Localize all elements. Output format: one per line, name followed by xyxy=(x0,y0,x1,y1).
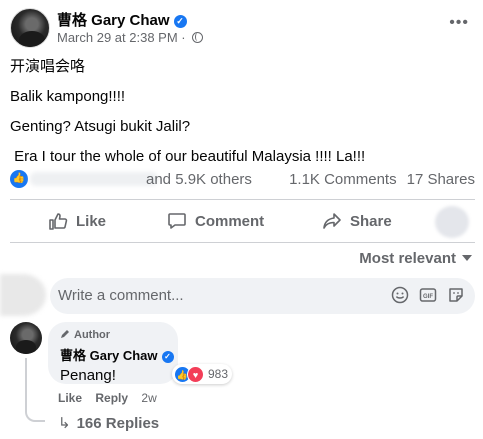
like-button[interactable]: Like xyxy=(48,204,106,238)
comment-bubble-icon xyxy=(168,213,186,229)
author-badge-label: Author xyxy=(74,329,111,341)
comment-actions: Like Reply 2w xyxy=(58,391,167,405)
author-badge: Author xyxy=(60,329,166,341)
engagement-counts: 1.1K Comments 17 Shares xyxy=(289,171,475,188)
post-author-name[interactable]: 曹格 Gary Chaw xyxy=(57,12,170,29)
comment-input-tools: GIF xyxy=(391,286,465,304)
comment-author-name[interactable]: 曹格 Gary Chaw xyxy=(60,348,158,363)
comment-author: 曹格 Gary Chaw ✓ xyxy=(60,345,174,364)
replies-count: 166 Replies xyxy=(76,415,160,432)
sticker-icon[interactable] xyxy=(447,286,465,304)
comments-count[interactable]: 1.1K Comments xyxy=(289,171,397,188)
comment-like-button[interactable]: Like xyxy=(58,391,82,405)
comment-reaction-count: 983 xyxy=(208,367,229,381)
reactions-count[interactable]: and 5.9K others xyxy=(146,171,252,188)
divider xyxy=(10,242,475,243)
post-line: 开演唱会咯 xyxy=(10,58,86,75)
like-reaction-icon[interactable]: 👍 xyxy=(10,170,28,188)
view-replies-button[interactable]: ↳ 166 Replies xyxy=(58,414,159,432)
commenter-avatar[interactable] xyxy=(10,322,42,354)
author-avatar[interactable] xyxy=(10,8,50,48)
post-author[interactable]: 曹格 Gary Chaw ✓ xyxy=(57,9,187,30)
reply-thread-curve xyxy=(25,408,45,422)
post-timestamp[interactable]: March 29 at 2:38 PM xyxy=(57,30,178,45)
share-as-avatar[interactable] xyxy=(435,206,469,238)
share-button[interactable]: Share xyxy=(322,204,392,238)
globe-icon[interactable] xyxy=(192,32,204,43)
comment-reply-button[interactable]: Reply xyxy=(95,391,128,405)
post-header: 曹格 Gary Chaw ✓ March 29 at 2:38 PM · ••• xyxy=(10,8,475,48)
pencil-icon xyxy=(61,330,69,338)
comment-bubble: Author 曹格 Gary Chaw ✓ Penang! xyxy=(48,322,178,384)
reactions-summary: 👍 and 5.9K others 1.1K Comments 17 Shares xyxy=(10,168,475,190)
reply-arrow-icon: ↳ xyxy=(58,415,71,432)
comment-input[interactable]: Write a comment... GIF xyxy=(50,278,475,314)
emoji-icon[interactable] xyxy=(391,286,409,304)
love-reaction-icon: ♥ xyxy=(187,365,204,383)
verified-badge-icon: ✓ xyxy=(173,15,187,28)
comment-label: Comment xyxy=(195,212,265,230)
reply-thread-line xyxy=(25,358,27,410)
comment-sort-dropdown[interactable]: Most relevant xyxy=(359,250,472,267)
like-label: Like xyxy=(76,212,107,230)
current-user-avatar xyxy=(0,274,46,316)
comment-reactions[interactable]: 👍 ♥ 983 xyxy=(172,364,233,384)
verified-badge-icon: ✓ xyxy=(161,351,174,363)
sort-label: Most relevant xyxy=(359,250,456,267)
blurred-reactor-names xyxy=(30,172,158,186)
post-action-bar: Like Comment Share xyxy=(10,204,475,238)
comment-time[interactable]: 2w xyxy=(141,391,156,405)
comment-input-placeholder: Write a comment... xyxy=(58,287,184,304)
share-arrow-icon xyxy=(323,213,341,229)
caret-down-icon xyxy=(462,255,472,261)
post-line: Balik kampong!!!! xyxy=(10,88,126,105)
comment-button[interactable]: Comment xyxy=(167,204,264,238)
more-options-icon[interactable]: ••• xyxy=(449,14,469,32)
post-line: Genting? Atsugi bukit Jalil? xyxy=(10,118,191,135)
gif-icon[interactable]: GIF xyxy=(419,286,437,304)
svg-text:GIF: GIF xyxy=(423,294,433,300)
comment-text: Penang! xyxy=(60,367,116,384)
post-text: 开演唱会咯 Balik kampong!!!! Genting? Atsugi … xyxy=(10,57,475,177)
thumbs-up-icon xyxy=(49,213,68,230)
share-label: Share xyxy=(350,212,392,230)
post-meta: March 29 at 2:38 PM · xyxy=(57,30,204,45)
post-line: Era I tour the whole of our beautiful Ma… xyxy=(10,148,366,165)
shares-count[interactable]: 17 Shares xyxy=(407,171,475,188)
meta-separator: · xyxy=(181,30,186,45)
divider xyxy=(10,199,475,200)
